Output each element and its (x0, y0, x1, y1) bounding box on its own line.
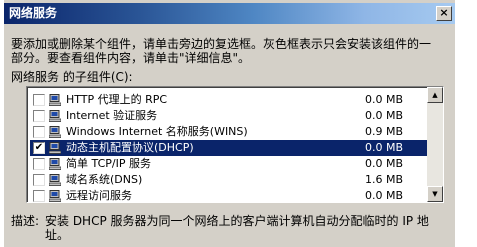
computer-icon (49, 158, 61, 170)
subcomponents-list[interactable]: HTTP 代理上的 RPC 0.0 MB Internet 验证服务 0.0 MB Wi… (26, 86, 444, 203)
component-row[interactable]: 远程访问服务 0.0 MB (30, 188, 427, 202)
computer-icon (49, 174, 61, 186)
component-row[interactable]: Internet 验证服务 0.0 MB (30, 108, 427, 124)
instructions-line-1: 要添加或删除某个组件，请单击旁边的复选框。灰色框表示只会安装该组件的一 (11, 37, 432, 51)
component-name: 简单 TCP/IP 服务 (66, 157, 151, 170)
title-bar[interactable]: 网络服务 × (4, 3, 455, 24)
window-title: 网络服务 (9, 6, 58, 20)
component-checkbox[interactable] (33, 126, 45, 138)
computer-icon (49, 142, 61, 154)
component-name: HTTP 代理上的 RPC (66, 93, 168, 106)
component-size: 0.9 MB (364, 125, 403, 138)
component-checkbox[interactable] (33, 158, 45, 170)
subcomponents-label: 网络服务 的子组件(C): (11, 70, 133, 84)
vertical-scrollbar[interactable]: ▲ ▼ (427, 87, 443, 202)
component-name: 域名系统(DNS) (66, 173, 143, 186)
scroll-up-button[interactable]: ▲ (427, 87, 443, 103)
component-size: 0.0 MB (364, 93, 403, 106)
component-name: Internet 验证服务 (66, 109, 158, 122)
component-size: 0.0 MB (364, 157, 403, 170)
scroll-down-button[interactable]: ▼ (427, 186, 443, 202)
component-row[interactable]: 简单 TCP/IP 服务 0.0 MB (30, 156, 427, 172)
component-size: 0.0 MB (364, 189, 403, 202)
component-row[interactable]: Windows Internet 名称服务(WINS) 0.9 MB (30, 124, 427, 140)
component-checkbox[interactable] (33, 174, 45, 186)
component-row[interactable]: ✔ 动态主机配置协议(DHCP) 0.0 MB (30, 140, 427, 156)
component-name: Windows Internet 名称服务(WINS) (66, 125, 248, 138)
description-text: 安装 DHCP 服务器为同一个网络上的客户端计算机自动分配临时的 IP 地址。 (45, 214, 429, 242)
computer-icon (49, 126, 61, 138)
component-row[interactable]: 域名系统(DNS) 1.6 MB (30, 172, 427, 188)
component-size: 1.6 MB (364, 173, 403, 186)
component-checkbox[interactable] (33, 94, 45, 106)
description-label: 描述: (11, 214, 40, 228)
close-button[interactable]: × (436, 6, 452, 21)
instructions-line-2: 部分。要查看组件内容，请单击"详细信息"。 (11, 51, 251, 65)
component-checkbox[interactable] (33, 190, 45, 202)
computer-icon (49, 190, 61, 202)
component-row[interactable]: HTTP 代理上的 RPC 0.0 MB (30, 92, 427, 108)
component-size: 0.0 MB (364, 141, 403, 154)
component-name: 远程访问服务 (66, 189, 132, 202)
component-name: 动态主机配置协议(DHCP) (66, 141, 194, 154)
component-checkbox[interactable]: ✔ (33, 142, 45, 154)
computer-icon (49, 110, 61, 122)
component-size: 0.0 MB (364, 109, 403, 122)
instructions: 要添加或删除某个组件，请单击旁边的复选框。灰色框表示只会安装该组件的一 部分。要… (11, 37, 451, 65)
computer-icon (49, 94, 61, 106)
network-services-dialog: 网络服务 × 要添加或删除某个组件，请单击旁边的复选框。灰色框表示只会安装该组件… (4, 0, 455, 247)
component-checkbox[interactable] (33, 110, 45, 122)
